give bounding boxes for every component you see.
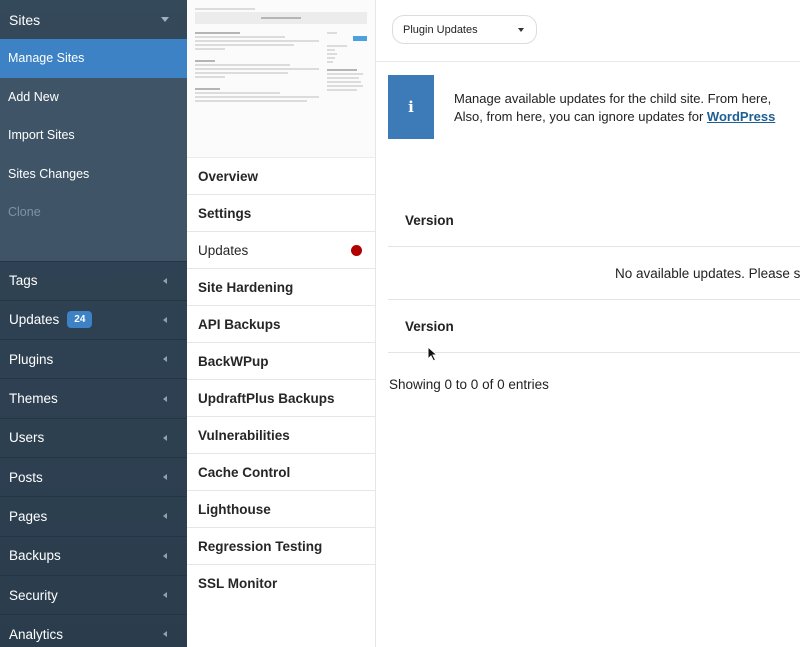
notice-text: Manage available updates for the child s…: [434, 75, 775, 139]
empty-message: No available updates. Please s: [615, 265, 800, 281]
site-menu-site-hardening[interactable]: Site Hardening: [187, 269, 375, 306]
submenu-manage-sites[interactable]: Manage Sites: [0, 39, 187, 78]
sidebar-item-backups[interactable]: Backups: [0, 535, 187, 575]
sidebar-item-label: Security: [9, 587, 58, 603]
sidebar-item-label: Users: [9, 430, 45, 446]
menu-item-label: SSL Monitor: [198, 576, 278, 591]
site-menu-backwpup[interactable]: BackWPup: [187, 343, 375, 380]
sites-submenu: Manage Sites Add New Import Sites Sites …: [0, 39, 187, 261]
site-menu-panel: Overview Settings Updates Site Hardening…: [187, 0, 376, 647]
sidebar-item-label: Analytics: [9, 626, 64, 642]
chevron-left-icon: [163, 592, 167, 599]
chevron-left-icon: [163, 434, 167, 441]
chevron-left-icon: [163, 316, 167, 323]
chevron-down-icon: [161, 17, 169, 22]
table-empty-row: No available updates. Please s: [388, 247, 800, 300]
site-menu-updraftplus[interactable]: UpdraftPlus Backups: [187, 380, 375, 417]
sidebar-item-updates[interactable]: Updates 24: [0, 299, 187, 339]
submenu-sites-changes[interactable]: Sites Changes: [0, 155, 187, 194]
sidebar-item-label: Sites: [9, 11, 41, 28]
sidebar-item-sites[interactable]: Sites: [0, 0, 187, 39]
site-screenshot-thumbnail[interactable]: [187, 0, 375, 158]
site-menu-ssl-monitor[interactable]: SSL Monitor: [187, 565, 375, 602]
sidebar-item-label: Posts: [9, 469, 43, 485]
wordpress-link[interactable]: WordPress: [707, 109, 775, 124]
chevron-left-icon: [163, 395, 167, 402]
menu-item-label: Regression Testing: [198, 538, 323, 554]
table-info-text: Showing 0 to 0 of 0 entries: [389, 377, 549, 392]
sidebar-item-label: Plugins: [9, 351, 54, 367]
site-menu-settings[interactable]: Settings: [187, 195, 375, 232]
chevron-left-icon: [163, 552, 167, 559]
chevron-left-icon: [163, 356, 167, 363]
caret-down-icon: [518, 27, 524, 32]
notice-line-1: Manage available updates for the child s…: [454, 91, 772, 106]
column-header-label: Version: [405, 318, 454, 334]
chevron-left-icon: [163, 631, 167, 638]
main-sidebar: Sites Manage Sites Add New Import Sites …: [0, 0, 187, 647]
menu-item-label: Vulnerabilities: [198, 427, 290, 443]
submenu-import-sites[interactable]: Import Sites: [0, 116, 187, 155]
info-notice: i Manage available updates for the child…: [388, 75, 800, 139]
sidebar-item-security[interactable]: Security: [0, 574, 187, 614]
site-menu-lighthouse[interactable]: Lighthouse: [187, 491, 375, 528]
site-menu-updates[interactable]: Updates: [187, 232, 375, 269]
table-header-version[interactable]: Version: [388, 194, 800, 247]
site-menu-cache-control[interactable]: Cache Control: [187, 454, 375, 491]
chevron-left-icon: [163, 513, 167, 520]
menu-item-label: UpdraftPlus Backups: [198, 390, 335, 406]
sidebar-item-label: Pages: [9, 508, 48, 524]
site-menu-regression-testing[interactable]: Regression Testing: [187, 528, 375, 565]
chevron-left-icon: [163, 277, 167, 284]
sidebar-item-pages[interactable]: Pages: [0, 496, 187, 535]
sidebar-item-label: Themes: [9, 391, 58, 407]
sidebar-item-users[interactable]: Users: [0, 417, 187, 457]
updates-main-content: Plugin Updates i Manage available update…: [376, 0, 800, 647]
select-value: Plugin Updates: [403, 23, 478, 36]
menu-item-label: Cache Control: [198, 464, 291, 480]
sidebar-item-posts[interactable]: Posts: [0, 456, 187, 496]
menu-item-label: BackWPup: [198, 353, 269, 369]
sidebar-item-label: Backups: [9, 548, 61, 564]
updates-count-badge: 24: [67, 311, 93, 329]
menu-item-label: Settings: [198, 205, 252, 221]
menu-item-label: API Backups: [198, 316, 281, 332]
notice-line-2: Also, from here, you can ignore updates …: [454, 109, 776, 124]
mouse-pointer-icon: [427, 346, 439, 362]
menu-item-label: Lighthouse: [198, 501, 271, 517]
sidebar-item-plugins[interactable]: Plugins: [0, 339, 187, 378]
submenu-add-new[interactable]: Add New: [0, 78, 187, 117]
info-icon: i: [388, 75, 434, 139]
sidebar-item-label: Updates: [9, 312, 60, 328]
submenu-clone: Clone: [8, 205, 41, 220]
menu-item-label: Updates: [198, 242, 249, 258]
sidebar-item-analytics[interactable]: Analytics: [0, 614, 187, 647]
updates-toolbar: Plugin Updates: [376, 0, 800, 62]
sidebar-item-label: Tags: [9, 273, 38, 289]
chevron-left-icon: [163, 474, 167, 481]
table-footer-version[interactable]: Version: [388, 300, 800, 353]
column-header-label: Version: [405, 212, 454, 228]
menu-item-label: Site Hardening: [198, 279, 294, 295]
menu-item-label: Overview: [198, 168, 259, 184]
site-menu-api-backups[interactable]: API Backups: [187, 306, 375, 343]
update-type-select[interactable]: Plugin Updates: [392, 15, 537, 44]
sidebar-item-themes[interactable]: Themes: [0, 378, 187, 417]
alert-dot-icon: [351, 244, 362, 256]
site-menu-overview[interactable]: Overview: [187, 158, 375, 195]
sidebar-item-tags[interactable]: Tags: [0, 260, 187, 300]
site-menu-vulnerabilities[interactable]: Vulnerabilities: [187, 417, 375, 454]
